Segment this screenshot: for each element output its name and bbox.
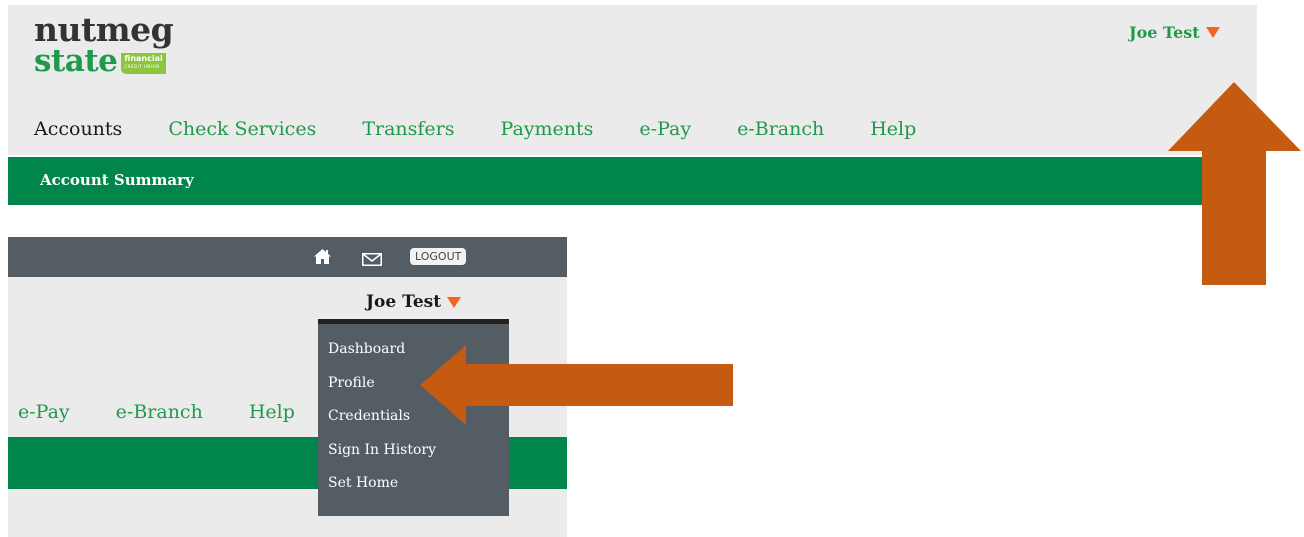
logo-wordmark-top: nutmeg	[34, 10, 174, 49]
site-header: nutmeg state financial CREDIT UNION Joe …	[8, 5, 1257, 205]
logo-tag: financial CREDIT UNION	[121, 53, 166, 74]
logout-button[interactable]: LOGOUT	[410, 248, 467, 265]
nav-help[interactable]: Help	[870, 118, 916, 140]
nav-accounts[interactable]: Accounts	[34, 118, 122, 140]
nav-payments[interactable]: Payments	[501, 118, 594, 140]
main-nav: Accounts Check Services Transfers Paymen…	[34, 118, 962, 140]
nav-transfers[interactable]: Transfers	[362, 118, 454, 140]
nav-e-branch[interactable]: e-Branch	[737, 118, 824, 140]
arrow-up-annotation	[1168, 82, 1301, 285]
menu-item-sign-in-history[interactable]: Sign In History	[318, 439, 509, 473]
sub-nav-bar: Account Summary	[8, 155, 1257, 205]
user-name: Joe Test	[366, 292, 442, 312]
user-name: Joe Test	[1129, 23, 1200, 42]
nutmeg-state-logo[interactable]: nutmeg state financial CREDIT UNION	[34, 10, 174, 79]
main-nav-partial: e-Pay e-Branch Help	[18, 401, 341, 423]
nav-e-pay[interactable]: e-Pay	[639, 118, 691, 140]
nav-e-branch[interactable]: e-Branch	[116, 401, 203, 423]
caret-down-icon	[1205, 27, 1220, 38]
user-menu-toggle-open[interactable]: Joe Test	[366, 292, 462, 312]
nav-e-pay[interactable]: e-Pay	[18, 401, 70, 423]
subnav-account-summary[interactable]: Account Summary	[40, 171, 194, 189]
nav-check-services[interactable]: Check Services	[168, 118, 316, 140]
nav-help[interactable]: Help	[249, 401, 295, 423]
arrow-left-annotation	[420, 345, 733, 425]
caret-down-icon	[447, 296, 462, 308]
logo-wordmark-bottom: state	[34, 43, 118, 79]
menu-item-set-home[interactable]: Set Home	[318, 472, 509, 506]
mail-icon[interactable]	[362, 251, 382, 270]
home-icon[interactable]	[313, 248, 332, 269]
user-menu-toggle[interactable]: Joe Test	[1129, 23, 1220, 42]
utility-toolbar: LOGOUT	[8, 237, 567, 277]
